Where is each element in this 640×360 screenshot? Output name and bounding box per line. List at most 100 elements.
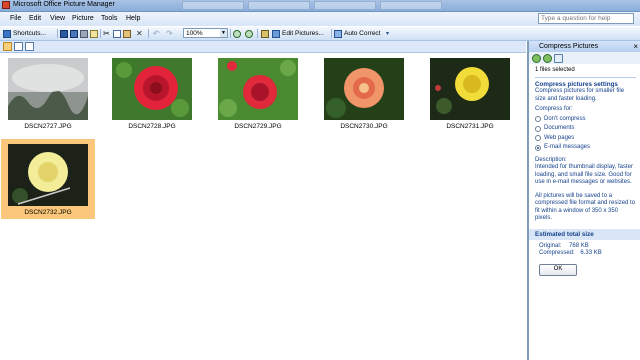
rotate-right-icon[interactable]	[245, 28, 255, 39]
taskbar-ghost-1	[182, 1, 244, 10]
yellow-rose-photo	[430, 58, 510, 120]
size-info: Original: 768 KB Compressed: 6.33 KB	[529, 240, 640, 258]
radio-button[interactable]	[535, 116, 541, 123]
thumbnail-item[interactable]: DSCN2730.JPG	[317, 53, 411, 133]
compressed-size-row: Compressed: 6.33 KB	[539, 250, 636, 258]
menu-tools[interactable]: Tools	[101, 15, 117, 22]
compressed-label: Compressed:	[539, 250, 575, 256]
thumbnail-item[interactable]: DSCN2728.JPG	[105, 53, 199, 133]
option-label: Documents	[544, 125, 575, 131]
option-documents[interactable]: Documents	[535, 125, 636, 133]
zoom-value: 100%	[186, 30, 203, 37]
thumbnail-item[interactable]: DSCN2727.JPG	[1, 53, 95, 133]
pane-body: 1 files selected Compress pictures setti…	[529, 64, 640, 223]
taskbar-ghost-4	[380, 1, 442, 10]
shortcuts-icon	[3, 29, 11, 38]
menu-help[interactable]: Help	[126, 15, 140, 22]
thumbnail-view-icon[interactable]	[3, 42, 12, 51]
email-icon[interactable]	[90, 28, 100, 39]
save-icon[interactable]	[60, 28, 70, 39]
compress-for-label: Compress for:	[535, 106, 573, 112]
window-title: Microsoft Office Picture Manager	[13, 1, 115, 8]
menu-view[interactable]: View	[50, 15, 65, 22]
toolbar-separator	[331, 29, 332, 38]
paste-icon[interactable]	[123, 28, 133, 39]
option-web-pages[interactable]: Web pages	[535, 135, 636, 143]
original-value: 768 KB	[569, 242, 589, 249]
home-icon[interactable]	[554, 53, 563, 63]
toolbar-options-icon[interactable]: ▾	[386, 28, 389, 39]
picture-manager-icon	[2, 1, 10, 9]
edit-pictures-label: Edit Pictures...	[282, 30, 324, 37]
auto-correct-button[interactable]: Auto Correct	[334, 28, 381, 39]
menu-picture[interactable]: Picture	[72, 15, 94, 22]
radio-button[interactable]	[535, 125, 541, 132]
fog-photo	[8, 58, 88, 120]
pane-header: Compress Pictures ×	[529, 41, 640, 52]
thumbnail-area: DSCN2727.JPG DSCN2728.JPG DSCN2729.JPG D…	[0, 53, 526, 360]
option-label: Don't compress	[544, 115, 586, 122]
radio-button[interactable]	[535, 135, 541, 142]
back-icon[interactable]	[532, 53, 541, 63]
save-all-icon[interactable]	[70, 28, 80, 39]
help-search-box[interactable]	[538, 13, 634, 24]
settings-heading: Compress pictures settings	[535, 80, 618, 88]
original-label: Original:	[539, 242, 562, 249]
peach-rose-photo	[324, 58, 404, 120]
red-rose-photo	[218, 58, 298, 120]
pane-title: Compress Pictures	[539, 43, 599, 50]
edit-pictures-icon	[272, 29, 280, 38]
taskbar-ghost-2	[248, 1, 310, 10]
option-email-messages[interactable]: E-mail messages	[535, 144, 636, 152]
chevron-down-icon: ▼	[220, 29, 227, 37]
description-text: Intended for thumbnail display, faster l…	[535, 164, 633, 185]
close-icon[interactable]: ×	[633, 41, 638, 52]
radio-button-checked[interactable]	[535, 144, 541, 151]
title-bar: Microsoft Office Picture Manager	[0, 0, 640, 12]
settings-description: Compress pictures for smaller file size …	[535, 88, 625, 102]
toolbar-separator	[230, 29, 231, 38]
format-painter-icon[interactable]	[261, 28, 271, 39]
forward-icon[interactable]	[543, 53, 552, 63]
cut-icon[interactable]: ✂	[103, 28, 110, 39]
delete-icon[interactable]: ✕	[136, 28, 143, 39]
shortcuts-button[interactable]: Shortcuts...	[3, 28, 46, 39]
toolbar: Shortcuts... ✂ ✕ ↶ ↷ Edit Pictures... Au…	[0, 27, 640, 41]
help-search-input[interactable]	[539, 14, 633, 23]
print-icon[interactable]	[80, 28, 90, 39]
thumbnail-item-selected[interactable]: DSCN2732.JPG	[1, 139, 95, 219]
toolbar-separator	[257, 29, 258, 38]
cream-rose-photo	[8, 144, 88, 206]
ok-button[interactable]: OK	[539, 263, 577, 276]
zoom-dropdown[interactable]: 100% ▼	[183, 28, 228, 38]
files-selected-text: 1 files selected	[535, 67, 575, 73]
rotate-left-icon[interactable]	[233, 28, 243, 39]
option-label: E-mail messages	[544, 144, 591, 150]
auto-correct-icon	[334, 29, 342, 38]
filmstrip-view-icon[interactable]	[14, 42, 23, 51]
option-dont-compress[interactable]: Don't compress	[535, 116, 636, 124]
toolbar-separator	[148, 29, 149, 38]
original-size-row: Original: 768 KB	[539, 243, 636, 251]
description-label: Description:	[535, 156, 567, 163]
undo-icon[interactable]: ↶	[153, 28, 160, 39]
menu-file[interactable]: File	[10, 15, 21, 22]
edit-pictures-button[interactable]: Edit Pictures...	[272, 28, 324, 39]
red-rose-photo	[112, 58, 192, 120]
menu-edit[interactable]: Edit	[29, 15, 41, 22]
compress-pictures-pane: Compress Pictures × 1 files selected Com…	[527, 41, 640, 360]
thumbnail-caption: DSCN2732.JPG	[24, 209, 72, 216]
thumbnail-item[interactable]: DSCN2731.JPG	[423, 53, 517, 133]
redo-icon[interactable]: ↷	[166, 28, 173, 39]
thumbnail-item[interactable]: DSCN2729.JPG	[211, 53, 305, 133]
thumbnail-caption: DSCN2727.JPG	[24, 123, 72, 130]
compressed-value: 6.33 KB	[580, 250, 602, 256]
shortcuts-label: Shortcuts...	[13, 30, 46, 37]
thumbnail-caption: DSCN2728.JPG	[128, 123, 176, 130]
single-picture-view-icon[interactable]	[25, 42, 34, 51]
thumbnail-caption: DSCN2730.JPG	[340, 123, 388, 130]
copy-icon[interactable]	[113, 28, 123, 39]
taskbar-ghost-3	[314, 1, 376, 10]
auto-correct-label: Auto Correct	[344, 30, 381, 37]
estimated-size-heading: Estimated total size	[529, 228, 640, 240]
